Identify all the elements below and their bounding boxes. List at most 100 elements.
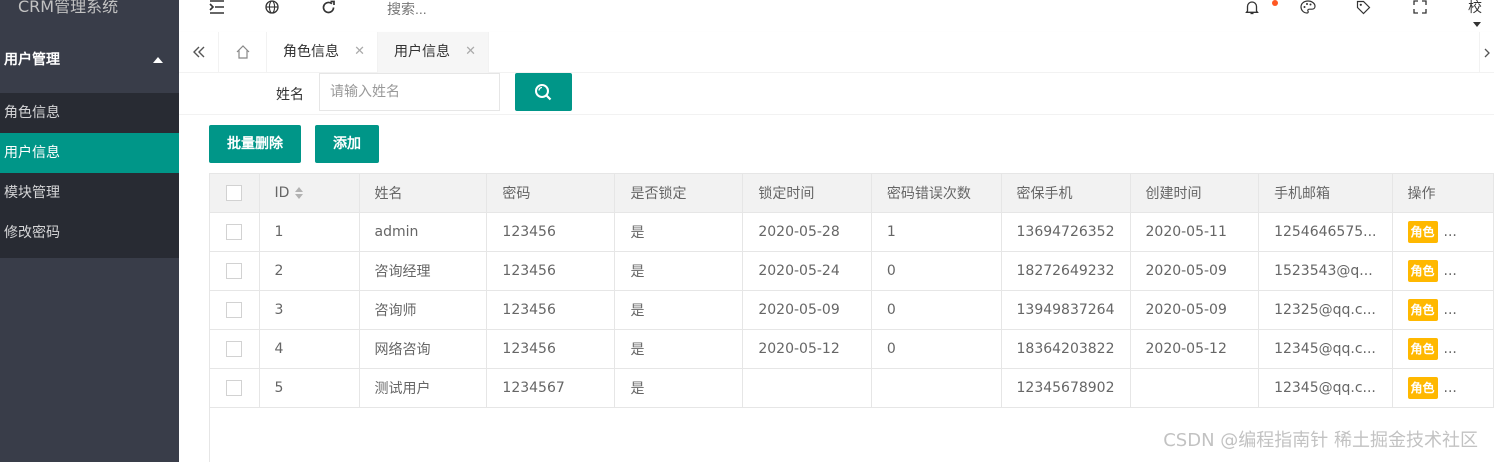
cell-locked: 是 <box>614 290 744 330</box>
sidebar-submenu: 角色信息 用户信息 模块管理 修改密码 <box>0 93 179 258</box>
row-checkbox[interactable] <box>226 263 242 279</box>
column-header-name: 姓名 <box>358 173 488 213</box>
role-button[interactable]: 角色 <box>1407 221 1438 243</box>
tab-scroll-left-button[interactable] <box>179 32 219 73</box>
cell-created: 2020-05-12 <box>1129 329 1260 369</box>
more-actions[interactable]: ... <box>1444 341 1457 357</box>
row-select-cell <box>209 251 260 291</box>
search-button[interactable] <box>515 73 572 111</box>
watermark: CSDN @编程指南针 稀土掘金技术社区 <box>1163 430 1478 451</box>
user-label: 校 <box>1468 0 1482 16</box>
cell-phone: 13694726352 <box>1000 212 1131 252</box>
user-menu[interactable]: 校 <box>1468 0 1494 27</box>
cell-created: 2020-05-09 <box>1129 251 1260 291</box>
name-label: 姓名 <box>276 87 304 103</box>
cell-phone: 13949837264 <box>1000 290 1131 330</box>
sidebar-item-user-info[interactable]: 用户信息 <box>0 133 179 173</box>
tab-role-info[interactable]: 角色信息 ✕ <box>267 32 378 73</box>
palette-icon[interactable] <box>1300 0 1316 18</box>
menu-fold-icon[interactable] <box>209 0 225 18</box>
more-actions[interactable]: ... <box>1444 224 1457 240</box>
column-header-error-count: 密码错误次数 <box>870 173 1002 213</box>
table-header-row: ID 姓名 密码 是否锁定 锁定时间 密码错误次数 密保手机 创建时间 手机邮箱… <box>209 173 1494 213</box>
cell-locked: 是 <box>614 329 744 369</box>
tab-label: 角色信息 <box>283 44 339 60</box>
table-row: 4 网络咨询 123456 是 2020-05-12 0 18364203822… <box>209 329 1494 369</box>
column-header-id[interactable]: ID <box>258 173 360 213</box>
sidebar: CRM管理系统 用户管理 角色信息 用户信息 模块管理 修改密码 <box>0 0 179 462</box>
cell-lock-time: 2020-05-12 <box>742 329 872 369</box>
cell-phone: 18272649232 <box>1000 251 1131 291</box>
name-search-input[interactable] <box>319 73 500 111</box>
role-button[interactable]: 角色 <box>1407 299 1438 321</box>
cell-name: 咨询师 <box>358 290 488 330</box>
bell-icon[interactable] <box>1245 0 1259 18</box>
sidebar-item-change-password[interactable]: 修改密码 <box>0 213 179 253</box>
role-button[interactable]: 角色 <box>1407 338 1438 360</box>
select-all-cell <box>209 173 260 213</box>
cell-created <box>1129 368 1260 408</box>
cell-locked: 是 <box>614 251 744 291</box>
row-checkbox[interactable] <box>226 224 242 240</box>
select-all-checkbox[interactable] <box>226 185 242 201</box>
row-select-cell <box>209 212 260 252</box>
cell-actions: 角色... <box>1391 251 1494 291</box>
notification-dot <box>1272 0 1278 6</box>
home-tab-button[interactable] <box>219 32 267 73</box>
cell-error-count: 0 <box>870 329 1002 369</box>
cell-lock-time: 2020-05-24 <box>742 251 872 291</box>
tab-user-info[interactable]: 用户信息 ✕ <box>378 32 489 74</box>
sort-icon[interactable] <box>295 187 305 199</box>
global-search-input[interactable] <box>387 0 587 18</box>
cell-id: 3 <box>258 290 360 330</box>
cell-locked: 是 <box>614 368 744 408</box>
chevron-down-icon <box>1473 21 1481 27</box>
role-button[interactable]: 角色 <box>1407 260 1438 282</box>
sidebar-group-user-management[interactable]: 用户管理 <box>0 41 179 87</box>
cell-created: 2020-05-11 <box>1129 212 1260 252</box>
more-actions[interactable]: ... <box>1444 302 1457 318</box>
refresh-icon[interactable] <box>321 0 336 18</box>
user-table: ID 姓名 密码 是否锁定 锁定时间 密码错误次数 密保手机 创建时间 手机邮箱… <box>209 173 1494 408</box>
cell-password: 1234567 <box>486 368 616 408</box>
cell-id: 5 <box>258 368 360 408</box>
column-header-password: 密码 <box>486 173 616 213</box>
globe-icon[interactable] <box>265 0 279 18</box>
role-button[interactable]: 角色 <box>1407 377 1438 399</box>
fullscreen-icon[interactable] <box>1413 0 1427 18</box>
row-checkbox[interactable] <box>226 380 242 396</box>
more-actions[interactable]: ... <box>1444 263 1457 279</box>
row-select-cell <box>209 329 260 369</box>
cell-error-count <box>870 368 1002 408</box>
cell-error-count: 1 <box>870 212 1002 252</box>
row-checkbox[interactable] <box>226 341 242 357</box>
divider <box>179 114 1494 115</box>
tab-bar: 角色信息 ✕ 用户信息 ✕ <box>179 32 1494 74</box>
app-title: CRM管理系统 <box>18 0 119 16</box>
caret-up-icon <box>153 57 163 63</box>
sidebar-item-module-management[interactable]: 模块管理 <box>0 173 179 213</box>
cell-phone: 12345678902 <box>1000 368 1131 408</box>
add-button[interactable]: 添加 <box>315 125 379 163</box>
more-actions[interactable]: ... <box>1444 380 1457 396</box>
sidebar-item-role-info[interactable]: 角色信息 <box>0 93 179 133</box>
close-icon[interactable]: ✕ <box>465 32 476 72</box>
cell-locked: 是 <box>614 212 744 252</box>
tab-scroll-right-button[interactable] <box>1479 32 1494 73</box>
cell-lock-time: 2020-05-28 <box>742 212 872 252</box>
tag-icon[interactable] <box>1356 0 1371 18</box>
cell-email: 12345@qq.c... <box>1258 368 1393 408</box>
cell-actions: 角色... <box>1391 368 1494 408</box>
table-row: 1 admin 123456 是 2020-05-28 1 1369472635… <box>209 212 1494 252</box>
tab-label: 用户信息 <box>394 44 450 60</box>
row-checkbox[interactable] <box>226 302 242 318</box>
column-header-email: 手机邮箱 <box>1258 173 1393 213</box>
close-icon[interactable]: ✕ <box>354 32 365 72</box>
cell-lock-time: 2020-05-09 <box>742 290 872 330</box>
cell-email: 1523543@q... <box>1258 251 1393 291</box>
cell-password: 123456 <box>486 290 616 330</box>
column-header-created: 创建时间 <box>1129 173 1260 213</box>
main-content: 姓名 批量删除 添加 ID 姓名 密码 是否锁定 锁定时间 密码错误次数 密保手… <box>179 73 1494 462</box>
cell-id: 4 <box>258 329 360 369</box>
batch-delete-button[interactable]: 批量删除 <box>209 125 301 163</box>
